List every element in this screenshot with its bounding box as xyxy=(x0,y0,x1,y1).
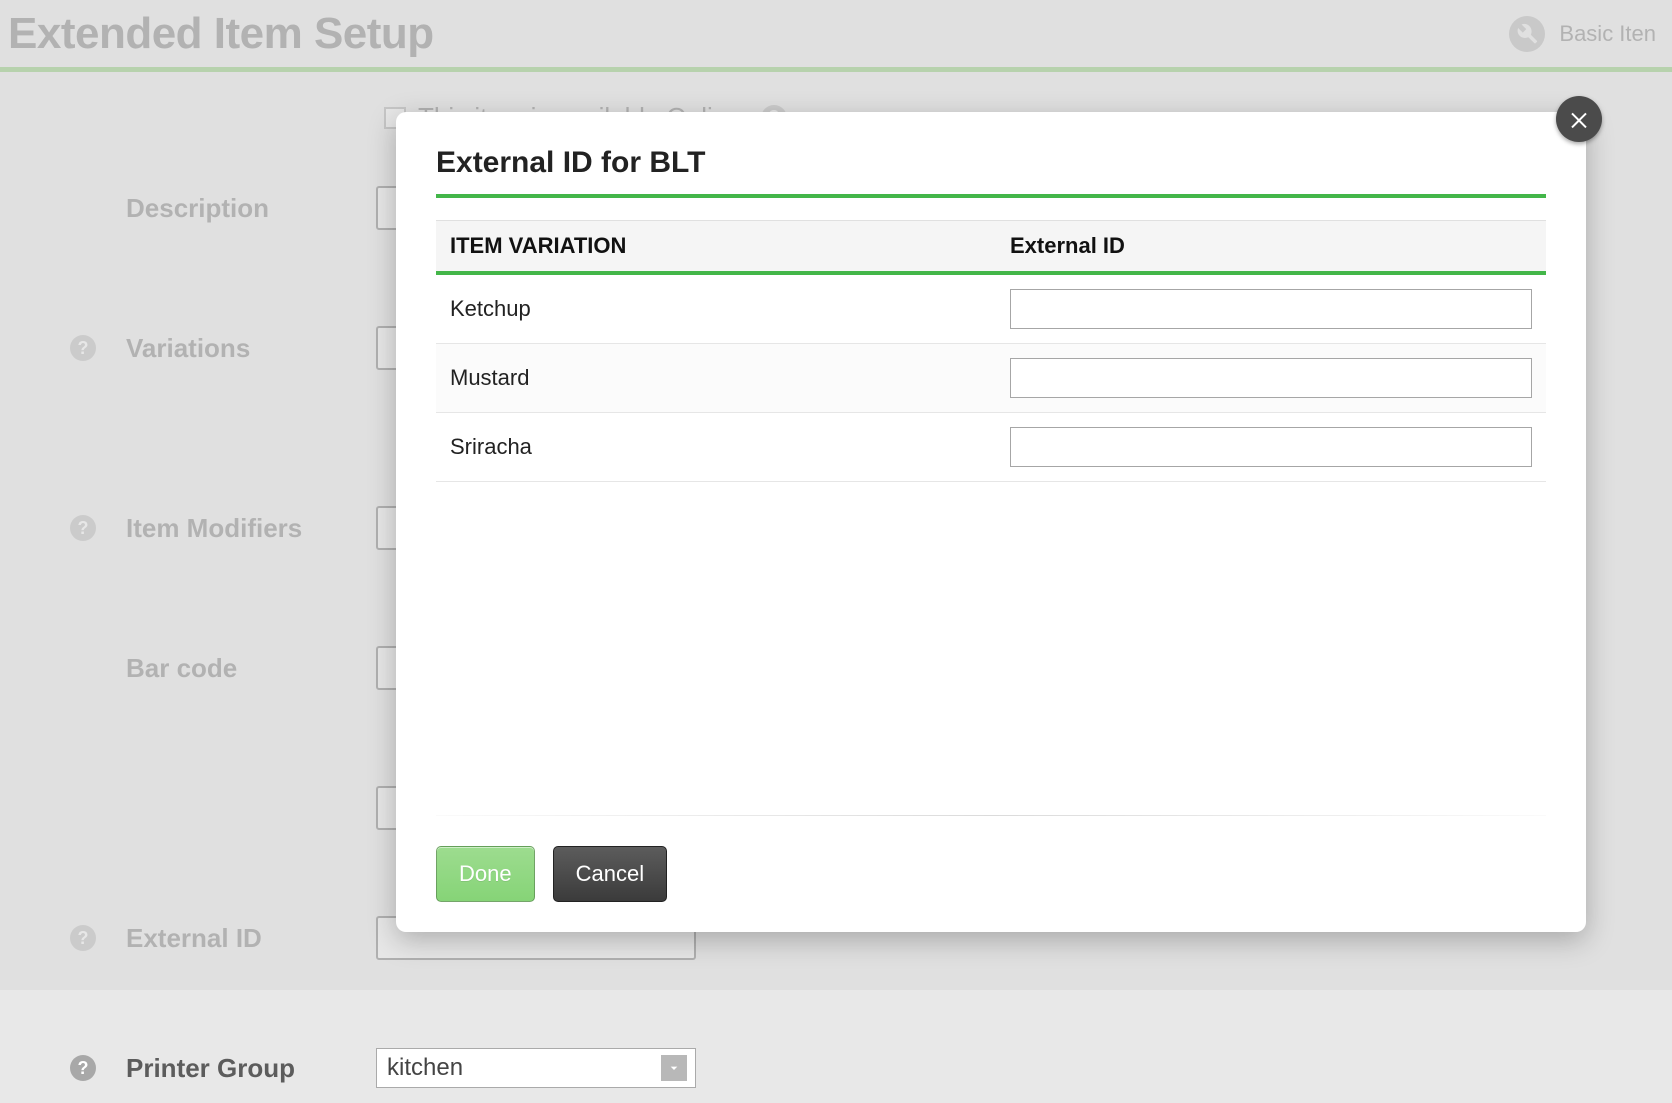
external-id-cell xyxy=(1010,289,1532,329)
external-id-input[interactable] xyxy=(1010,358,1532,398)
variation-name: Mustard xyxy=(450,365,1010,391)
help-icon[interactable]: ? xyxy=(70,1055,96,1081)
modal-footer: Done Cancel xyxy=(436,846,1546,902)
page-header: Extended Item Setup Basic Iten xyxy=(0,0,1672,72)
table-header: ITEM VARIATION External ID xyxy=(436,220,1546,275)
cancel-button[interactable]: Cancel xyxy=(553,846,667,902)
done-button[interactable]: Done xyxy=(436,846,535,902)
modal-divider xyxy=(436,815,1546,816)
row-printer-group: ? Printer Group kitchen xyxy=(0,1033,1672,1103)
header-basic-item-link[interactable]: Basic Iten xyxy=(1559,21,1656,47)
label-variations: Variations xyxy=(126,333,376,364)
external-id-input[interactable] xyxy=(1010,289,1532,329)
page-root: Extended Item Setup Basic Iten This item… xyxy=(0,0,1672,990)
external-id-modal: External ID for BLT ITEM VARIATION Exter… xyxy=(396,112,1586,932)
table-row: Mustard xyxy=(436,344,1546,413)
help-icon[interactable]: ? xyxy=(70,335,96,361)
header-right: Basic Iten xyxy=(1509,16,1656,52)
external-id-cell xyxy=(1010,427,1532,467)
label-description: Description xyxy=(126,193,376,224)
col-header-external-id: External ID xyxy=(1010,233,1532,259)
label-bar-code: Bar code xyxy=(126,653,376,684)
external-id-input[interactable] xyxy=(1010,427,1532,467)
col-header-variation: ITEM VARIATION xyxy=(450,233,1010,259)
label-item-modifiers: Item Modifiers xyxy=(126,513,376,544)
label-printer-group: Printer Group xyxy=(126,1053,376,1084)
external-id-cell xyxy=(1010,358,1532,398)
table-row: Ketchup xyxy=(436,275,1546,344)
variation-name: Sriracha xyxy=(450,434,1010,460)
close-button[interactable] xyxy=(1556,96,1602,142)
page-title: Extended Item Setup xyxy=(8,9,434,59)
variation-name: Ketchup xyxy=(450,296,1010,322)
help-icon[interactable]: ? xyxy=(70,925,96,951)
wrench-icon[interactable] xyxy=(1509,16,1545,52)
table-body: Ketchup Mustard Sriracha xyxy=(436,275,1546,482)
chevron-down-icon xyxy=(661,1055,687,1081)
label-external-id: External ID xyxy=(126,923,376,954)
help-icon[interactable]: ? xyxy=(70,515,96,541)
table-row: Sriracha xyxy=(436,413,1546,482)
external-id-table: ITEM VARIATION External ID Ketchup Mustar… xyxy=(436,220,1546,482)
select-printer-group-value: kitchen xyxy=(387,1054,463,1082)
modal-title: External ID for BLT xyxy=(436,146,1546,198)
select-printer-group[interactable]: kitchen xyxy=(376,1048,696,1088)
close-icon xyxy=(1567,107,1591,131)
